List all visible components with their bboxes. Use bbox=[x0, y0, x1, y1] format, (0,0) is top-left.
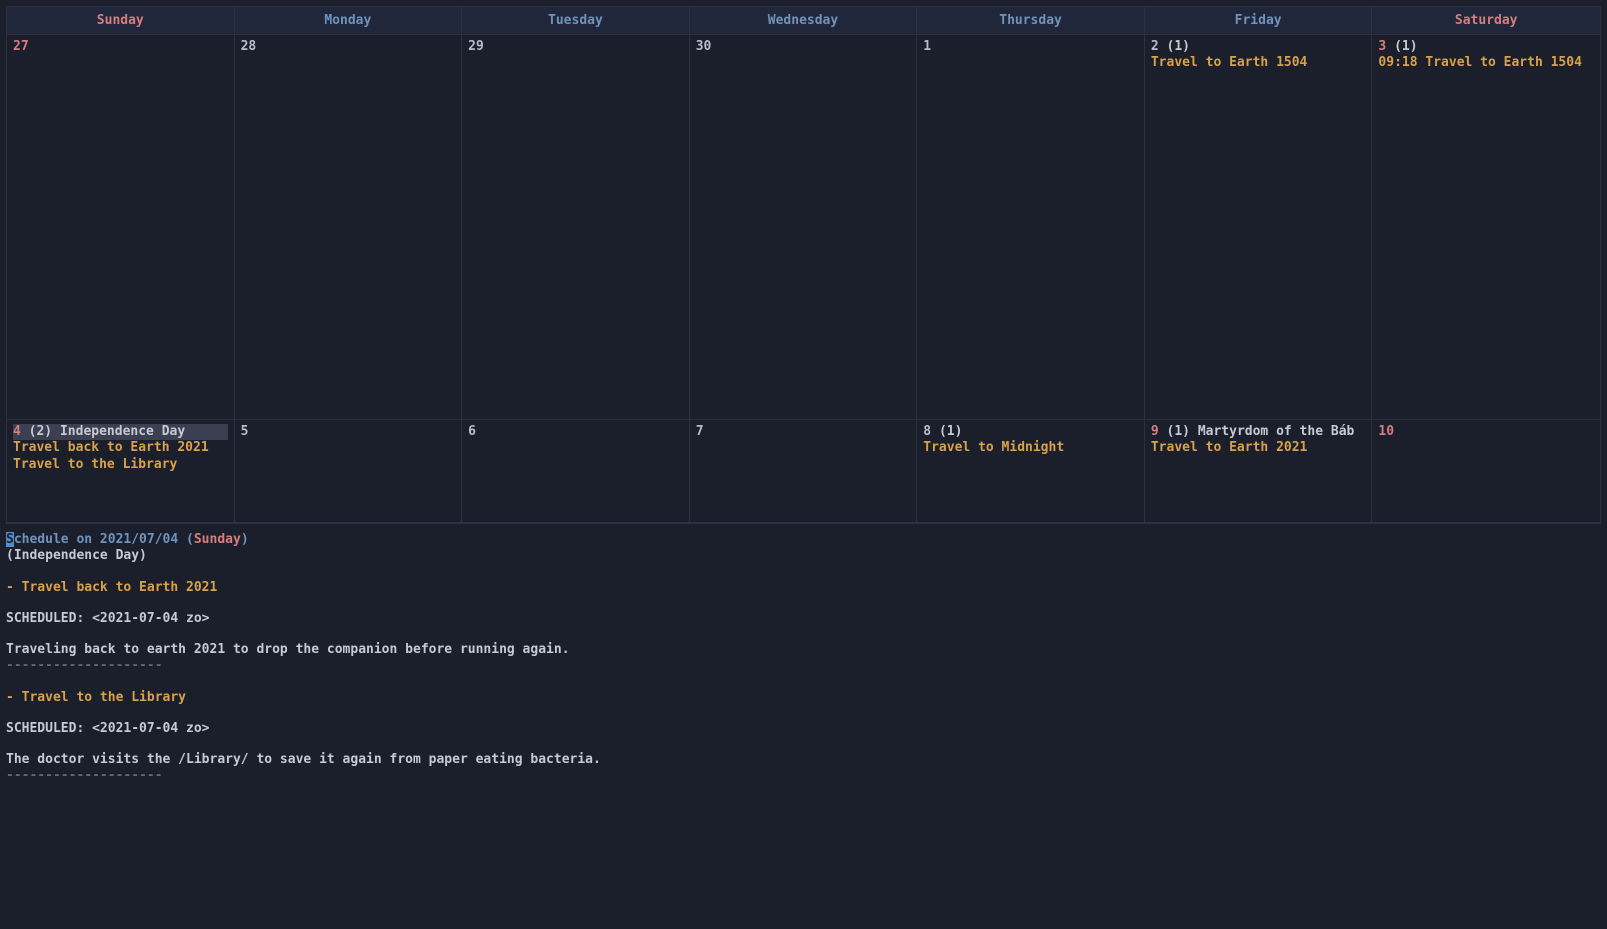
event-item[interactable]: 09:18 Travel to Earth 1504 bbox=[1378, 55, 1594, 71]
day-2[interactable]: 2 (1) Travel to Earth 1504 bbox=[1145, 35, 1373, 419]
day-1[interactable]: 1 bbox=[917, 35, 1145, 419]
day-8[interactable]: 8 (1) Travel to Midnight bbox=[917, 420, 1145, 522]
entry-body: The doctor visits the /Library/ to save … bbox=[6, 752, 1601, 768]
holiday-label: Martyrdom of the Báb bbox=[1198, 424, 1355, 439]
schedule-title: Schedule on 2021/07/04 (Sunday) bbox=[6, 532, 1601, 548]
day-27[interactable]: 27 bbox=[7, 35, 235, 419]
day-6[interactable]: 6 bbox=[462, 420, 690, 522]
event-count: (1) bbox=[1394, 39, 1417, 54]
day-number: 9 bbox=[1151, 424, 1159, 439]
day-number: 5 bbox=[241, 424, 249, 439]
entry-scheduled: SCHEDULED: <2021-07-04 zo> bbox=[6, 611, 1601, 627]
cursor: S bbox=[6, 532, 14, 547]
day-3[interactable]: 3 (1) 09:18 Travel to Earth 1504 bbox=[1372, 35, 1600, 419]
day-10[interactable]: 10 bbox=[1372, 420, 1600, 522]
calendar-grid: Sunday Monday Tuesday Wednesday Thursday… bbox=[6, 6, 1601, 524]
schedule-entry: - Travel back to Earth 2021 SCHEDULED: <… bbox=[6, 580, 1601, 659]
entry-title[interactable]: - Travel to the Library bbox=[6, 690, 1601, 706]
day-29[interactable]: 29 bbox=[462, 35, 690, 419]
header-tuesday: Tuesday bbox=[462, 7, 690, 34]
day-number: 10 bbox=[1378, 424, 1394, 439]
week-row-1: 27 28 29 30 1 2 (1) Travel to Earth 1504… bbox=[7, 35, 1600, 420]
header-thursday: Thursday bbox=[917, 7, 1145, 34]
header-saturday: Saturday bbox=[1372, 7, 1600, 34]
day-30[interactable]: 30 bbox=[690, 35, 918, 419]
header-wednesday: Wednesday bbox=[690, 7, 918, 34]
event-count: (2) bbox=[29, 424, 52, 439]
schedule-pane: Schedule on 2021/07/04 (Sunday) (Indepen… bbox=[0, 530, 1607, 787]
day-number: 4 bbox=[13, 424, 21, 439]
event-count: (1) bbox=[1167, 39, 1190, 54]
event-item[interactable]: Travel to the Library bbox=[13, 457, 228, 473]
day-4-selected[interactable]: 4 (2) Independence Day Travel back to Ea… bbox=[7, 420, 235, 522]
schedule-entry: - Travel to the Library SCHEDULED: <2021… bbox=[6, 690, 1601, 769]
day-number: 6 bbox=[468, 424, 476, 439]
event-item[interactable]: Travel to Earth 2021 bbox=[1151, 440, 1366, 456]
day-number: 3 bbox=[1378, 39, 1386, 54]
header-friday: Friday bbox=[1145, 7, 1373, 34]
event-item[interactable]: Travel to Midnight bbox=[923, 440, 1138, 456]
weekday-header: Sunday Monday Tuesday Wednesday Thursday… bbox=[7, 7, 1600, 35]
day-number: 8 bbox=[923, 424, 931, 439]
day-number: 27 bbox=[13, 39, 29, 54]
separator: -------------------- bbox=[6, 768, 1601, 784]
separator: -------------------- bbox=[6, 658, 1601, 674]
event-count: (1) bbox=[939, 424, 962, 439]
event-item[interactable]: Travel to Earth 1504 bbox=[1151, 55, 1366, 71]
header-sunday: Sunday bbox=[7, 7, 235, 34]
day-number: 29 bbox=[468, 39, 484, 54]
entry-scheduled: SCHEDULED: <2021-07-04 zo> bbox=[6, 721, 1601, 737]
day-number: 28 bbox=[241, 39, 257, 54]
event-count: (1) bbox=[1167, 424, 1190, 439]
entry-body: Traveling back to earth 2021 to drop the… bbox=[6, 642, 1601, 658]
entry-title[interactable]: - Travel back to Earth 2021 bbox=[6, 580, 1601, 596]
header-monday: Monday bbox=[235, 7, 463, 34]
day-9[interactable]: 9 (1) Martyrdom of the Báb Travel to Ear… bbox=[1145, 420, 1373, 522]
event-item[interactable]: Travel back to Earth 2021 bbox=[13, 440, 228, 456]
week-row-2: 4 (2) Independence Day Travel back to Ea… bbox=[7, 420, 1600, 523]
day-number: 1 bbox=[923, 39, 931, 54]
day-5[interactable]: 5 bbox=[235, 420, 463, 522]
day-number: 2 bbox=[1151, 39, 1159, 54]
schedule-holiday: (Independence Day) bbox=[6, 548, 1601, 564]
holiday-label: Independence Day bbox=[60, 424, 185, 439]
day-number: 7 bbox=[696, 424, 704, 439]
day-number: 30 bbox=[696, 39, 712, 54]
day-7[interactable]: 7 bbox=[690, 420, 918, 522]
day-28[interactable]: 28 bbox=[235, 35, 463, 419]
